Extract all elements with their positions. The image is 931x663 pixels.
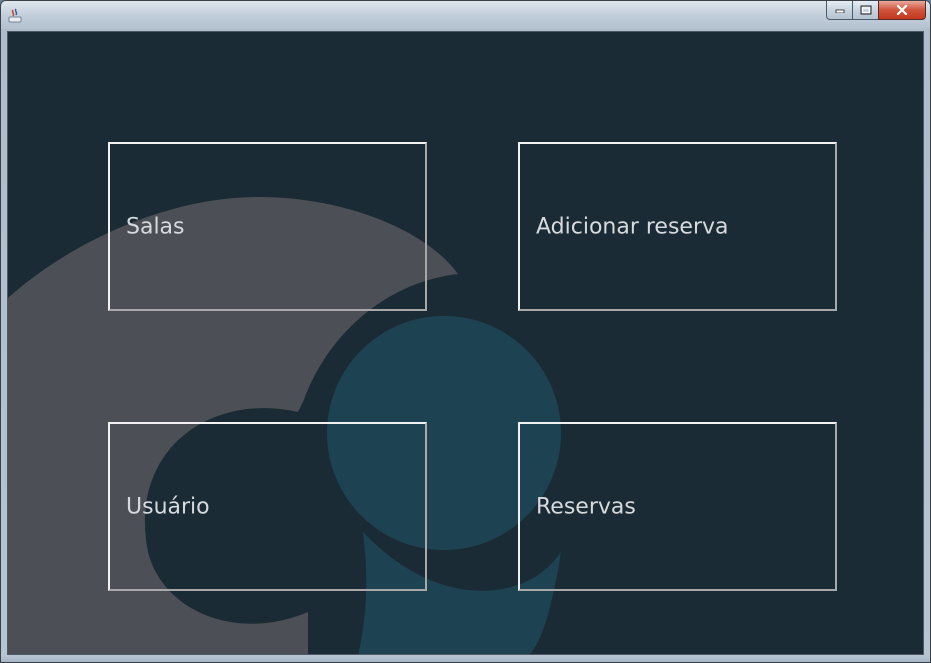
adicionar-reserva-label: Adicionar reserva — [536, 214, 729, 239]
maximize-button[interactable] — [852, 1, 878, 20]
app-window: Salas Adicionar reserva Usuário Reservas — [0, 0, 931, 663]
minimize-button[interactable] — [826, 1, 852, 20]
salas-button[interactable]: Salas — [108, 142, 427, 311]
adicionar-reserva-button[interactable]: Adicionar reserva — [518, 142, 837, 311]
reservas-button[interactable]: Reservas — [518, 422, 837, 591]
usuario-button[interactable]: Usuário — [108, 422, 427, 591]
salas-label: Salas — [126, 214, 185, 239]
close-button[interactable] — [878, 1, 926, 20]
close-icon — [896, 5, 908, 15]
window-controls — [826, 1, 926, 21]
window-bottom-border — [1, 656, 930, 662]
maximize-icon — [860, 5, 871, 15]
usuario-label: Usuário — [126, 494, 210, 519]
main-panel: Salas Adicionar reserva Usuário Reservas — [7, 31, 924, 655]
title-bar[interactable] — [1, 1, 930, 29]
java-app-icon — [8, 8, 22, 23]
minimize-icon — [835, 9, 844, 13]
reservas-label: Reservas — [536, 494, 636, 519]
